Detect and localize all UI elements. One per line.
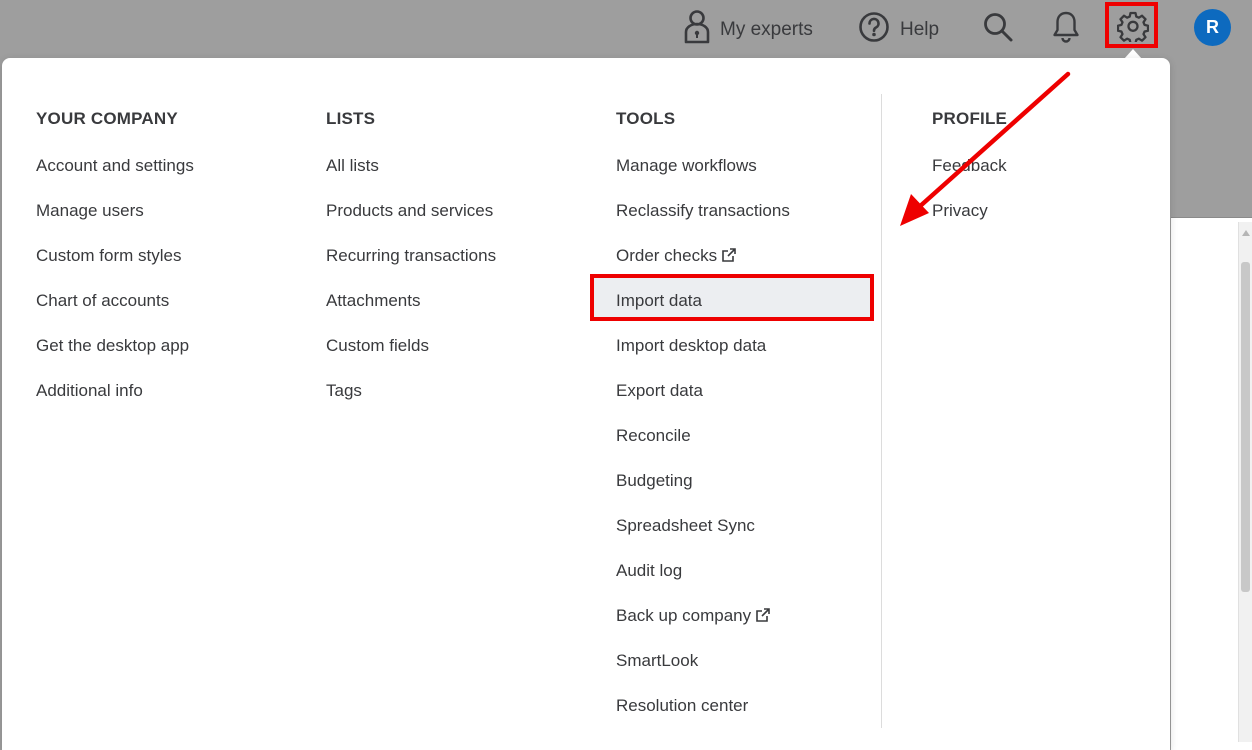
annotation-arrow [900, 71, 1071, 226]
